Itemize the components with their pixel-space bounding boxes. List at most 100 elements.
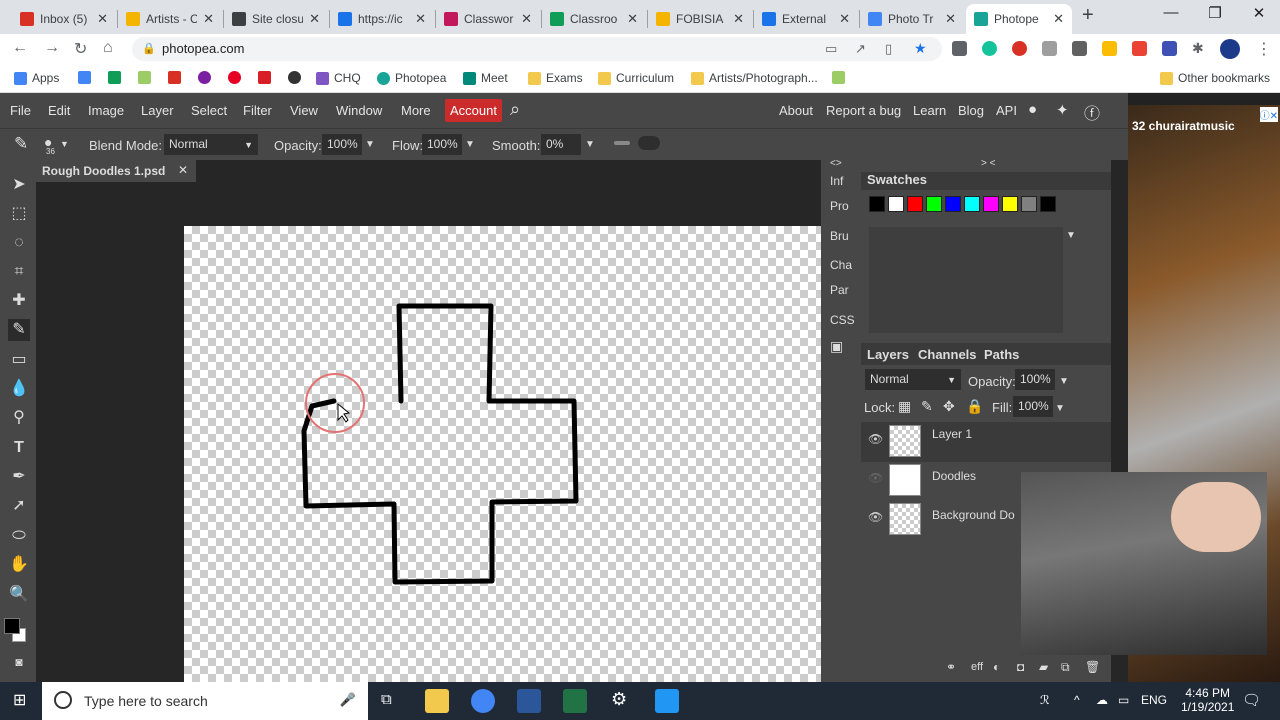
pen-tool-icon[interactable]: ✒	[8, 466, 30, 488]
menu-learn[interactable]: Learn	[913, 103, 946, 118]
microphone-icon[interactable]: 🎤	[340, 692, 356, 708]
paths-tab[interactable]: Paths	[984, 347, 1019, 362]
bookmark-icon[interactable]	[138, 71, 151, 84]
chevron-down-icon[interactable]: ▼	[1066, 230, 1076, 241]
other-bookmarks[interactable]: Other bookmarks	[1160, 71, 1270, 85]
fill-input[interactable]: 100%	[1013, 396, 1053, 417]
excel-icon[interactable]	[563, 689, 587, 713]
bookmark-artists[interactable]: Artists/Photograph...	[691, 71, 818, 85]
extension-icon[interactable]	[952, 41, 967, 56]
healing-tool-icon[interactable]: ✚	[8, 290, 30, 312]
dodge-tool-icon[interactable]: ⚲	[8, 407, 30, 429]
bookmark-icon[interactable]	[832, 71, 845, 84]
extension-icon[interactable]	[1132, 41, 1147, 56]
close-icon[interactable]: ✕	[839, 11, 850, 27]
canvas[interactable]	[184, 226, 821, 682]
settings-icon[interactable]: ⚙	[611, 689, 627, 710]
clipboard-icon[interactable]: ▭	[825, 41, 837, 57]
battery-icon[interactable]: ▭	[1118, 693, 1129, 707]
star-icon[interactable]: ★	[914, 40, 927, 57]
bookmark-exams[interactable]: Exams	[528, 71, 583, 85]
lock-transparency-icon[interactable]: ▦	[898, 398, 911, 415]
bookmark-curriculum[interactable]: Curriculum	[598, 71, 674, 85]
twitter-icon[interactable]: ✦	[1056, 101, 1069, 119]
chevron-down-icon[interactable]: ▼	[365, 139, 375, 150]
grammarly-icon[interactable]	[982, 41, 997, 56]
swatch-color[interactable]	[926, 196, 942, 212]
adjustment-layer-icon[interactable]: ◐	[993, 660, 1000, 674]
menu-select[interactable]: Select	[191, 103, 227, 118]
new-layer-icon[interactable]: ⧉	[1061, 660, 1070, 675]
menu-edit[interactable]: Edit	[48, 103, 70, 118]
tab-external[interactable]: External ✕	[754, 4, 858, 34]
pressure-size-icon[interactable]	[638, 136, 660, 150]
facebook-icon[interactable]: ⓕ	[1084, 100, 1100, 124]
windows-start-icon[interactable]: ⊞	[13, 690, 26, 710]
smooth-input[interactable]: 0%	[541, 134, 581, 155]
panel-character[interactable]: Cha	[830, 258, 852, 272]
panel-css[interactable]: CSS	[830, 313, 855, 327]
tab-photo-tr[interactable]: Photo Tr ✕	[860, 4, 964, 34]
blend-mode-select[interactable]: Normal ▼	[164, 134, 258, 155]
extension-icon[interactable]	[1102, 41, 1117, 56]
menu-report-bug[interactable]: Report a bug	[826, 103, 901, 118]
zoom-tool-icon[interactable]: 🔍	[8, 584, 30, 606]
flow-input[interactable]: 100%	[422, 134, 462, 155]
hand-tool-icon[interactable]: ✋	[8, 554, 30, 576]
swatch-color[interactable]	[964, 196, 980, 212]
tab-site-closure[interactable]: Site closu ✕	[224, 4, 328, 34]
close-icon[interactable]: ✕	[627, 11, 638, 27]
foreground-color-swatch[interactable]	[4, 618, 20, 634]
gmail-icon[interactable]	[168, 71, 181, 84]
type-tool-icon[interactable]: T	[8, 437, 30, 459]
eye-icon[interactable]: 👁	[868, 432, 883, 446]
swatch-color[interactable]	[907, 196, 923, 212]
extension-icon[interactable]	[1042, 41, 1057, 56]
reload-icon[interactable]: ↻	[74, 39, 87, 59]
swatch-color[interactable]	[1040, 196, 1056, 212]
layer-opacity-input[interactable]: 100%	[1015, 369, 1055, 390]
swatch-color[interactable]	[1021, 196, 1037, 212]
tab-classroom[interactable]: Classroo ✕	[542, 4, 646, 34]
swatch-color[interactable]	[983, 196, 999, 212]
tab-https[interactable]: https://ic ✕	[330, 4, 434, 34]
chevron-down-icon[interactable]: ▼	[585, 139, 595, 150]
close-icon[interactable]: ✕	[1053, 11, 1064, 27]
image-icon[interactable]: ▣	[830, 338, 843, 355]
bookmark-icon[interactable]	[78, 71, 91, 84]
path-select-tool-icon[interactable]: ➚	[8, 495, 30, 517]
close-icon[interactable]: ✕	[309, 11, 320, 27]
opacity-input[interactable]: 100%	[322, 134, 362, 155]
swatch-color[interactable]	[945, 196, 961, 212]
bookmark-meet[interactable]: Meet	[463, 71, 508, 85]
puzzle-icon[interactable]: ✱	[1192, 40, 1204, 57]
tab-artists[interactable]: Artists - C ✕	[118, 4, 222, 34]
blur-tool-icon[interactable]: 💧	[8, 378, 30, 400]
layer-row[interactable]: 👁 Layer 1	[861, 422, 1111, 462]
lock-all-icon[interactable]: 🔒	[966, 398, 983, 415]
page-icon[interactable]: ▯	[885, 41, 892, 57]
lock-position-icon[interactable]: ✥	[943, 398, 955, 415]
quick-mask-icon[interactable]: ◙	[8, 651, 30, 673]
onedrive-icon[interactable]: ☁	[1096, 693, 1108, 707]
tab-inbox[interactable]: Inbox (5) ✕	[12, 4, 116, 34]
close-icon[interactable]: ✕	[945, 11, 956, 27]
new-tab-icon[interactable]: +	[1082, 4, 1094, 27]
open-external-icon[interactable]: ↗	[855, 41, 866, 57]
menu-blog[interactable]: Blog	[958, 103, 984, 118]
swatches-tab[interactable]: Swatches	[867, 172, 927, 187]
tab-fobisia[interactable]: FOBISIA ✕	[648, 4, 752, 34]
menu-view[interactable]: View	[290, 103, 318, 118]
people-icon[interactable]: ℛ	[1040, 693, 1050, 707]
swatch-color[interactable]	[869, 196, 885, 212]
minimize-icon[interactable]: —	[1148, 4, 1194, 21]
layer-blend-select[interactable]: Normal ▼	[865, 369, 961, 390]
crop-tool-icon[interactable]: ⌗	[8, 261, 30, 283]
photos-icon[interactable]	[655, 689, 679, 713]
close-icon[interactable]: ✕	[203, 11, 214, 27]
add-mask-icon[interactable]: ◘	[1017, 660, 1024, 674]
panel-paragraph[interactable]: Par	[830, 283, 849, 297]
link-layers-icon[interactable]: ⚭	[946, 660, 956, 674]
panel-info[interactable]: Inf	[830, 174, 843, 188]
tab-classwork[interactable]: Classwor ✕	[436, 4, 540, 34]
